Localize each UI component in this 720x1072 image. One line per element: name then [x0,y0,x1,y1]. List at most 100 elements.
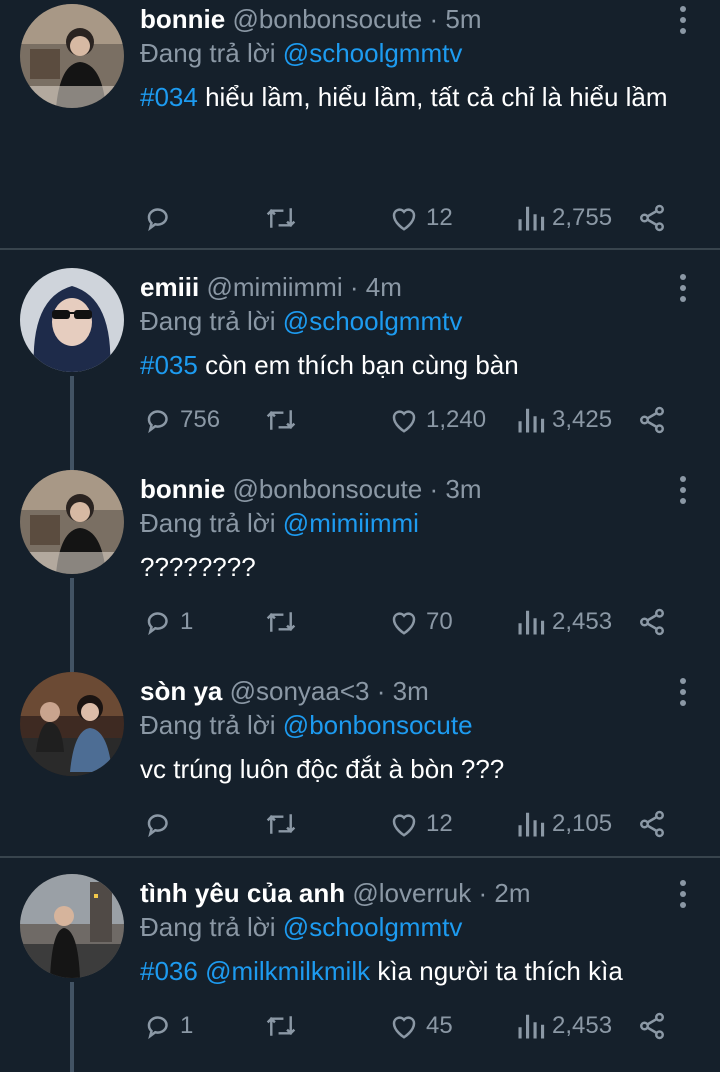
views-count: 2,453 [552,608,613,635]
reply-icon [147,612,168,636]
handle[interactable]: @bonbonsocute [232,474,422,504]
like-count: 12 [426,204,453,231]
handle[interactable]: @sonyaa<3 [230,676,370,706]
tweet-1[interactable]: bonnie @bonbonsocute · 5m Đang trả lời @… [0,0,720,250]
share-icon [640,1012,664,1040]
share-button[interactable] [636,400,668,440]
replying-to-label: Đang trả lời [140,306,276,336]
tweet-text-body: vc trúng luôn độc đắt à bòn ??? [140,754,505,784]
tweet-text-body: kìa người ta thích kìa [370,956,623,986]
share-button[interactable] [636,804,668,844]
like-count: 12 [426,810,453,837]
replying-to: Đang trả lời @bonbonsocute [140,710,473,740]
timestamp[interactable]: 3m [393,676,429,706]
like-button[interactable]: 70 [388,602,453,642]
timestamp[interactable]: 3m [445,474,481,504]
retweet-button[interactable] [264,400,304,440]
hashtag[interactable]: #036 [140,956,198,986]
avatar[interactable] [20,4,124,108]
display-name[interactable]: sòn ya [140,676,222,706]
mention-link[interactable]: @milkmilkmilk [205,956,370,986]
retweet-button[interactable] [264,804,304,844]
replying-to: Đang trả lời @schoolgmmtv [140,38,462,68]
avatar[interactable] [20,268,124,372]
tweet-3[interactable]: bonnie @bonbonsocute · 3m Đang trả lời @… [0,470,720,674]
reply-button[interactable] [144,804,180,844]
avatar[interactable] [20,874,124,978]
retweet-button[interactable] [264,198,304,238]
more-icon[interactable] [678,274,688,304]
tweet-header: emiii @mimiimmi · 4m [140,272,402,302]
reply-count: 1 [180,1012,194,1039]
more-icon[interactable] [678,6,688,36]
handle[interactable]: @loverruk [352,878,471,908]
tweet-5[interactable]: tình yêu của anh @loverruk · 2m Đang trả… [0,874,720,1072]
views-icon [518,408,545,433]
like-icon [392,208,416,231]
avatar[interactable] [20,470,124,574]
replying-to-label: Đang trả lời [140,508,276,538]
replying-to-mention[interactable]: @mimiimmi [283,508,419,538]
like-button[interactable]: 45 [388,1006,453,1046]
replying-to-label: Đang trả lời [140,38,276,68]
thread-line [70,578,74,674]
handle[interactable]: @mimiimmi [206,272,342,302]
like-icon [392,814,416,837]
share-icon [640,608,664,636]
reply-icon [147,1016,168,1040]
replying-to-mention[interactable]: @schoolgmmtv [283,38,463,68]
reply-button[interactable] [144,198,180,238]
views-button[interactable]: 2,105 [516,804,612,844]
retweet-icon [266,1016,296,1036]
more-icon[interactable] [678,476,688,506]
reply-button[interactable]: 1 [144,602,193,642]
display-name[interactable]: bonnie [140,474,225,504]
timestamp[interactable]: 2m [494,878,530,908]
more-icon[interactable] [678,880,688,910]
like-button[interactable]: 1,240 [388,400,486,440]
replying-to-mention[interactable]: @schoolgmmtv [283,912,463,942]
hashtag[interactable]: #034 [140,82,198,112]
reply-button[interactable]: 756 [144,400,220,440]
timestamp[interactable]: 4m [366,272,402,302]
more-icon[interactable] [678,678,688,708]
views-count: 3,425 [552,406,613,433]
replying-to-mention[interactable]: @bonbonsocute [283,710,473,740]
display-name[interactable]: bonnie [140,4,225,34]
share-button[interactable] [636,602,668,642]
views-icon [518,812,545,837]
tweet-actions: 1 70 2,453 [140,602,680,642]
tweet-2[interactable]: emiii @mimiimmi · 4m Đang trả lời @schoo… [0,268,720,472]
display-name[interactable]: tình yêu của anh [140,878,345,908]
tweet-text-body: còn em thích bạn cùng bàn [197,350,519,380]
views-button[interactable]: 2,453 [516,602,612,642]
replying-to-mention[interactable]: @schoolgmmtv [283,306,463,336]
display-name[interactable]: emiii [140,272,199,302]
share-button[interactable] [636,198,668,238]
avatar[interactable] [20,672,124,776]
like-button[interactable]: 12 [388,804,453,844]
like-count: 45 [426,1012,453,1039]
views-icon [518,610,545,635]
share-button[interactable] [636,1006,668,1046]
reply-button[interactable]: 1 [144,1006,193,1046]
hashtag[interactable]: #035 [140,350,198,380]
like-button[interactable]: 12 [388,198,453,238]
views-button[interactable]: 3,425 [516,400,612,440]
thread-line [70,376,74,472]
retweet-button[interactable] [264,602,304,642]
views-button[interactable]: 2,755 [516,198,612,238]
views-button[interactable]: 2,453 [516,1006,612,1046]
retweet-button[interactable] [264,1006,304,1046]
views-count: 2,105 [552,810,613,837]
views-count: 2,755 [552,204,613,231]
timestamp[interactable]: 5m [445,4,481,34]
tweet-text-body: hiểu lầm, hiểu lầm, tất cả chỉ là hiểu l… [197,82,668,112]
retweet-icon [266,612,296,632]
like-count: 70 [426,608,453,635]
like-icon [392,1016,416,1039]
tweet-text: ???????? [140,550,680,584]
tweet-4[interactable]: sòn ya @sonyaa<3 · 3m Đang trả lời @bonb… [0,672,720,860]
retweet-icon [266,814,296,834]
handle[interactable]: @bonbonsocute [232,4,422,34]
